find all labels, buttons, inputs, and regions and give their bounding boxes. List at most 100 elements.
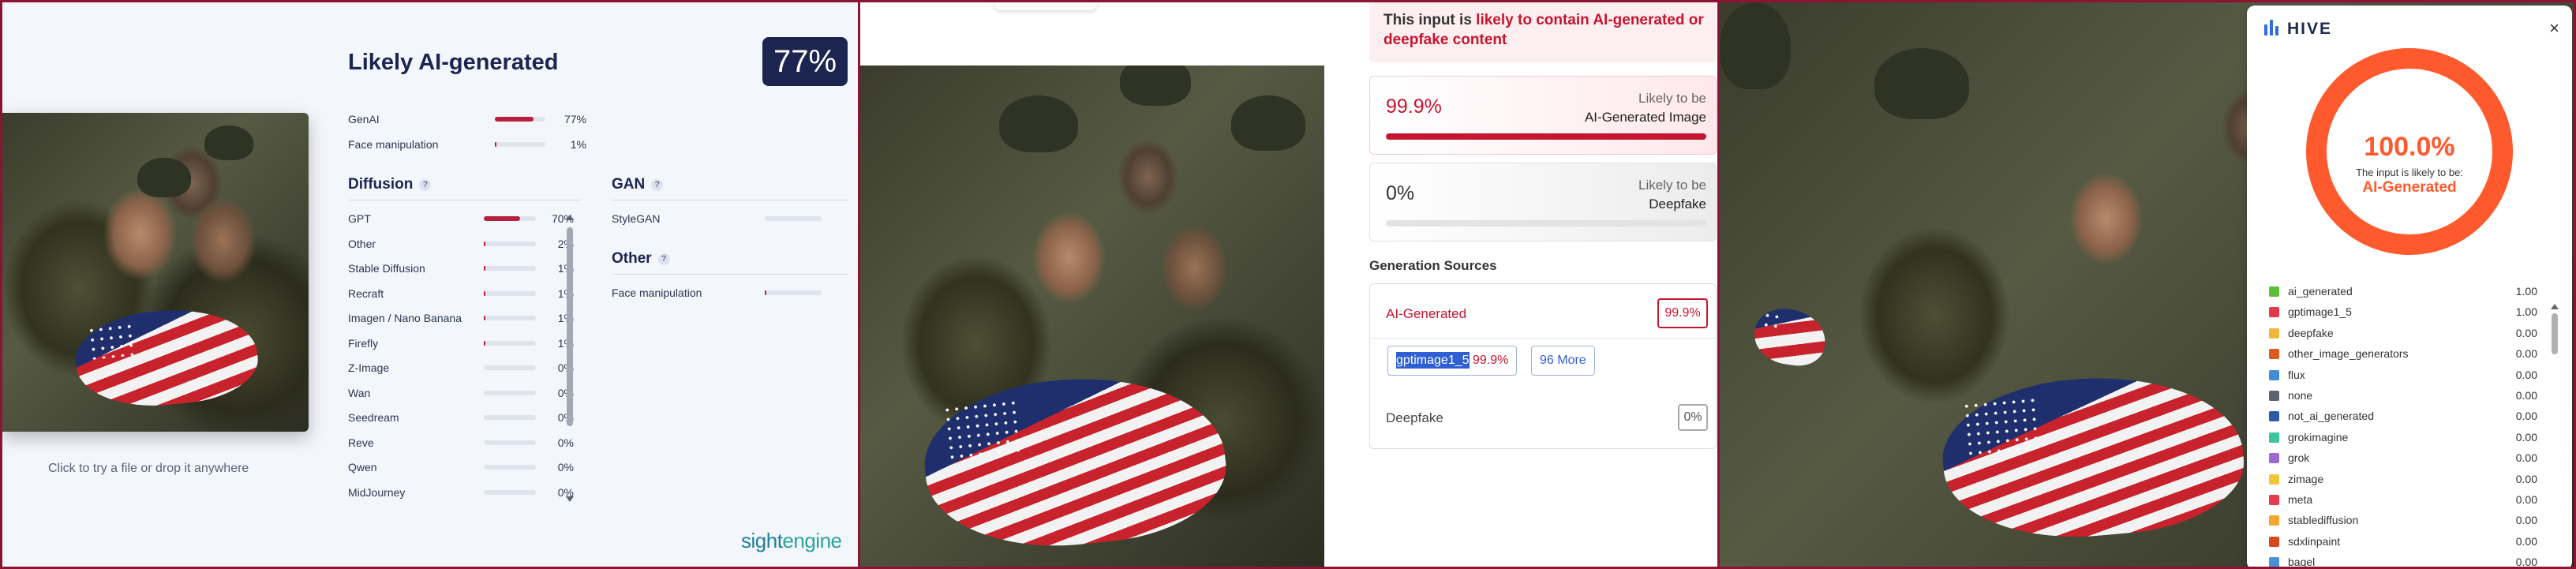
class-name: not_ai_generated [2288, 410, 2374, 423]
class-row[interactable]: zimage 0.00 [2269, 471, 2537, 489]
score-bar-fill [484, 241, 485, 246]
alert-prefix: This input is [1383, 12, 1477, 28]
model-row: Wan 0% [348, 385, 574, 401]
scroll-down-icon[interactable] [566, 496, 574, 502]
model-chip[interactable]: gptimage1_5 99.9% [1387, 346, 1518, 376]
class-row[interactable]: other_image_generators 0.00 [2269, 346, 2537, 363]
uploaded-image[interactable] [2, 113, 309, 432]
class-list-scrollbar[interactable] [2550, 304, 2559, 367]
help-icon[interactable]: ? [419, 179, 432, 191]
model-label: Other [348, 237, 376, 250]
class-name: other_image_generators [2288, 347, 2409, 361]
model-label: GenAI [348, 113, 380, 125]
diffusion-scrollbar[interactable] [564, 212, 575, 503]
model-chip-name[interactable]: gptimage1_5 [1396, 352, 1470, 369]
model-row: MidJourney 0% [348, 485, 574, 500]
class-name: zimage [2288, 472, 2324, 485]
class-color-swatch [2269, 328, 2279, 339]
class-score: 0.00 [2515, 430, 2537, 444]
help-icon[interactable]: ? [657, 253, 670, 265]
class-name: grok [2288, 451, 2310, 465]
deepfake-score-card: 0% Likely to be Deepfake [1369, 163, 1717, 241]
close-icon[interactable]: × [2549, 18, 2559, 39]
score-bar-fill [484, 340, 485, 346]
hive-bars-icon [2264, 20, 2281, 40]
diffusion-heading: Diffusion? [348, 176, 432, 193]
helmet-shape [137, 157, 191, 197]
score-bar-fill [495, 117, 534, 122]
score-bar-fill [495, 142, 496, 147]
class-row[interactable]: ai_generated 1.00 [2269, 283, 2537, 301]
sightengine-logo[interactable]: sightengine [741, 529, 842, 553]
flag-shape [1936, 365, 2249, 549]
sources-heading: Generation Sources [1369, 258, 1497, 273]
scroll-thumb[interactable] [2552, 313, 2558, 354]
model-percent: 77% [564, 113, 586, 125]
more-sources-button[interactable]: 96 More [1531, 346, 1595, 376]
class-name: bagel [2288, 556, 2316, 569]
score-bar [484, 415, 536, 420]
deepfake-label: Deepfake [1386, 410, 1443, 425]
score-bar [484, 216, 536, 221]
hive-caption: The input is likely to be: [2356, 167, 2463, 178]
class-name: sdxlinpaint [2288, 534, 2341, 548]
class-color-swatch [2269, 349, 2279, 360]
ai-score-caption: Likely to be [1638, 91, 1706, 106]
score-bar-fill [484, 266, 485, 271]
scroll-up-icon[interactable] [566, 215, 574, 220]
detector-panel: This input is likely to contain AI-gener… [858, 0, 1720, 569]
score-bar-fill [765, 290, 766, 295]
class-score: 0.00 [2515, 514, 2537, 527]
model-row: Qwen 0% [348, 459, 574, 475]
ai-score-label: AI-Generated Image [1584, 110, 1706, 125]
patch-flag-shape [1750, 305, 1829, 370]
drop-hint[interactable]: Click to try a file or drop it anywhere [48, 462, 249, 476]
class-row[interactable]: not_ai_generated 0.00 [2269, 408, 2537, 425]
scroll-up-icon[interactable] [2551, 304, 2559, 309]
scroll-thumb[interactable] [567, 227, 573, 426]
class-row[interactable]: none 0.00 [2269, 387, 2537, 405]
score-bar [495, 142, 545, 147]
model-row: Firefly 1% [348, 335, 574, 351]
class-row[interactable]: bagel 0.00 [2269, 554, 2537, 569]
class-score: 0.00 [2515, 410, 2537, 423]
class-row[interactable]: grokimagine 0.00 [2269, 429, 2537, 447]
class-score: 1.00 [2515, 305, 2537, 319]
class-name: deepfake [2288, 326, 2334, 339]
class-row[interactable]: meta 0.00 [2269, 492, 2537, 509]
class-color-swatch [2269, 515, 2279, 526]
model-label: Face manipulation [348, 138, 439, 151]
class-color-swatch [2269, 391, 2279, 401]
model-row: Face manipulation 1% [348, 137, 586, 152]
score-bar [484, 365, 536, 370]
hive-verdict: AI-Generated [2362, 179, 2457, 196]
result-score-badge: 77% [762, 37, 848, 86]
class-name: flux [2288, 368, 2305, 381]
class-score: 0.00 [2515, 389, 2537, 402]
ai-score-bar-fill [1386, 133, 1706, 140]
class-row[interactable]: flux 0.00 [2269, 367, 2537, 384]
helmet-shape [1720, 2, 1791, 89]
model-label: Imagen / Nano Banana [348, 312, 462, 324]
class-color-swatch [2269, 474, 2279, 485]
ai-score-value: 99.9% [1386, 95, 1442, 118]
class-row[interactable]: sdxlinpaint 0.00 [2269, 533, 2537, 551]
help-icon[interactable]: ? [651, 179, 664, 191]
helmet-shape [1120, 66, 1192, 107]
class-color-swatch [2269, 369, 2279, 380]
class-score: 0.00 [2515, 534, 2537, 548]
class-row[interactable]: gptimage1_5 1.00 [2269, 304, 2537, 321]
model-label: Recraft [348, 286, 384, 300]
class-row[interactable]: deepfake 0.00 [2269, 325, 2537, 343]
top-tab[interactable] [994, 2, 1097, 10]
score-bar [484, 241, 536, 246]
deepfake-score-label: Deepfake [1649, 197, 1706, 212]
class-row[interactable]: stablediffusion 0.00 [2269, 512, 2537, 530]
class-row[interactable]: grok 0.00 [2269, 450, 2537, 467]
score-bar [765, 216, 822, 221]
class-color-swatch [2269, 286, 2279, 297]
model-label: StyleGAN [612, 212, 661, 225]
model-label: MidJourney [348, 485, 406, 499]
model-row: StyleGAN0% [612, 211, 858, 226]
score-bar [484, 316, 536, 320]
